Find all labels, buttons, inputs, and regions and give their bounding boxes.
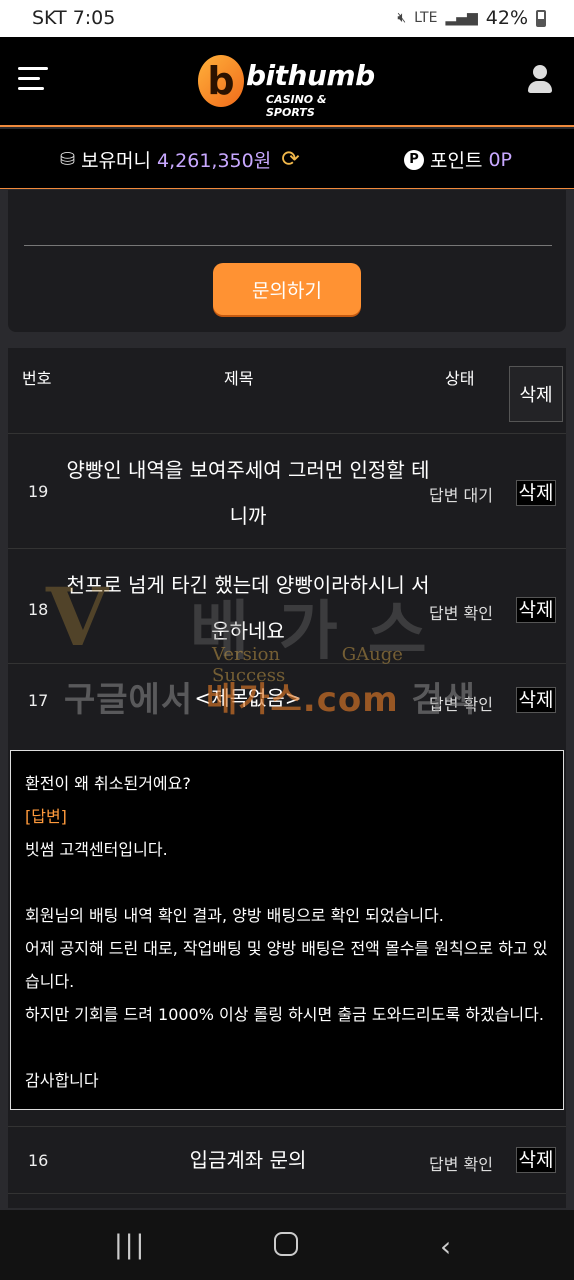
status-icons: 🔇︎ LTE ▂▄▆ 42% [397, 7, 546, 29]
table-row[interactable]: 17 <제목없음> 답변 확인 삭제 [8, 665, 566, 735]
inquiry-form: 문의하기 [8, 190, 566, 332]
logo-mark-icon: b [198, 55, 244, 107]
back-icon[interactable]: ‹ [440, 1230, 451, 1263]
signal-icon: ▂▄▆ [445, 10, 478, 26]
header-title: 제목 [224, 369, 254, 388]
mute-icon: 🔇︎ [397, 10, 407, 26]
row-number: 18 [28, 600, 49, 619]
row-delete-button[interactable]: 삭제 [516, 1147, 556, 1173]
table-row[interactable]: 19 양빵인 내역을 보여주세여 그러먼 인정할 테니까 답변 대기 삭제 [8, 435, 566, 549]
list-header: 번호 제목 상태 삭제 [8, 348, 566, 434]
submit-inquiry-button[interactable]: 문의하기 [213, 263, 361, 315]
status-bar: SKT 7:05 🔇︎ LTE ▂▄▆ 42% [0, 0, 574, 37]
coins-icon: ⛁ [60, 149, 76, 170]
table-row[interactable]: 16 입금계좌 문의 답변 확인 삭제 [8, 1126, 566, 1194]
battery-percent: 42% [485, 7, 528, 29]
row-status: 답변 대기 [429, 486, 493, 505]
row-title[interactable]: 천프로 넘게 타긴 했는데 양빵이라하시니 서운하네요 [58, 562, 438, 654]
row-number: 16 [28, 1151, 49, 1170]
answer-line: 하지만 기회를 드려 1000% 이상 롤링 하시면 출금 도와드리도록 하겠습… [25, 1005, 544, 1024]
carrier-time: SKT 7:05 [32, 7, 116, 29]
point-value: 0P [488, 148, 512, 171]
system-nav-bar: ||| ‹ [0, 1210, 574, 1280]
row-number: 17 [28, 691, 49, 710]
answer-line [25, 1031, 549, 1064]
answer-tag: [답변] [25, 807, 67, 826]
row-status: 답변 확인 [429, 695, 493, 714]
answer-line: 감사합니다 [25, 1071, 99, 1090]
home-icon[interactable] [274, 1232, 298, 1256]
row-status: 답변 확인 [429, 1155, 493, 1174]
row-delete-button[interactable]: 삭제 [516, 597, 556, 623]
inquiry-list: 번호 제목 상태 삭제 19 양빵인 내역을 보여주세여 그러먼 인정할 테니까… [8, 348, 566, 1208]
delete-all-button[interactable]: 삭제 [509, 366, 563, 422]
row-number: 19 [28, 482, 49, 501]
battery-icon [536, 9, 546, 27]
row-title[interactable]: <제목없음> [58, 675, 438, 721]
question-text: 환전이 왜 취소된거에요? [25, 774, 191, 793]
logo-wordmark: bithumb [246, 59, 375, 92]
table-row[interactable]: 18 천프로 넘게 타긴 했는데 양빵이라하시니 서운하네요 답변 확인 삭제 [8, 550, 566, 664]
row-delete-button[interactable]: 삭제 [516, 480, 556, 506]
balance-bar: ⛁ 보유머니 4,261,350원 ⟳ P 포인트 0P [0, 129, 574, 189]
lte-indicator: LTE [414, 10, 438, 26]
recent-apps-icon[interactable]: ||| [114, 1230, 146, 1260]
header-status: 상태 [445, 369, 475, 388]
form-divider [24, 245, 552, 246]
answer-line: 회원님의 배팅 내역 확인 결과, 양방 배팅으로 확인 되었습니다. [25, 906, 444, 925]
menu-icon[interactable] [18, 67, 48, 91]
site-logo[interactable]: b bithumb CASINO & SPORTS [198, 55, 378, 119]
refresh-icon[interactable]: ⟳ [281, 147, 299, 172]
row-title[interactable]: 입금계좌 문의 [58, 1137, 438, 1183]
logo-tagline: CASINO & SPORTS [266, 93, 327, 119]
answer-line: 어제 공지해 드린 대로, 작업배팅 및 양방 배팅은 전액 몰수를 원칙으로 … [25, 939, 548, 991]
user-icon[interactable] [528, 65, 552, 95]
row-delete-button[interactable]: 삭제 [516, 687, 556, 713]
money-label: 보유머니 [81, 150, 152, 172]
answer-line: 빗썸 고객센터입니다. [25, 840, 168, 859]
point-balance: P 포인트 0P [404, 146, 512, 173]
money-balance: ⛁ 보유머니 4,261,350원 ⟳ [60, 146, 300, 173]
answer-line [25, 866, 549, 899]
header-no: 번호 [22, 369, 52, 388]
money-value: 4,261,350원 [157, 150, 272, 172]
answer-panel: 환전이 왜 취소된거에요? [답변] 빗썸 고객센터입니다. 회원님의 배팅 내… [10, 750, 564, 1110]
point-badge-icon: P [404, 149, 424, 170]
row-status: 답변 확인 [429, 604, 493, 623]
point-label: 포인트 [430, 150, 483, 172]
row-title[interactable]: 양빵인 내역을 보여주세여 그러먼 인정할 테니까 [58, 447, 438, 539]
site-header: b bithumb CASINO & SPORTS [0, 37, 574, 127]
